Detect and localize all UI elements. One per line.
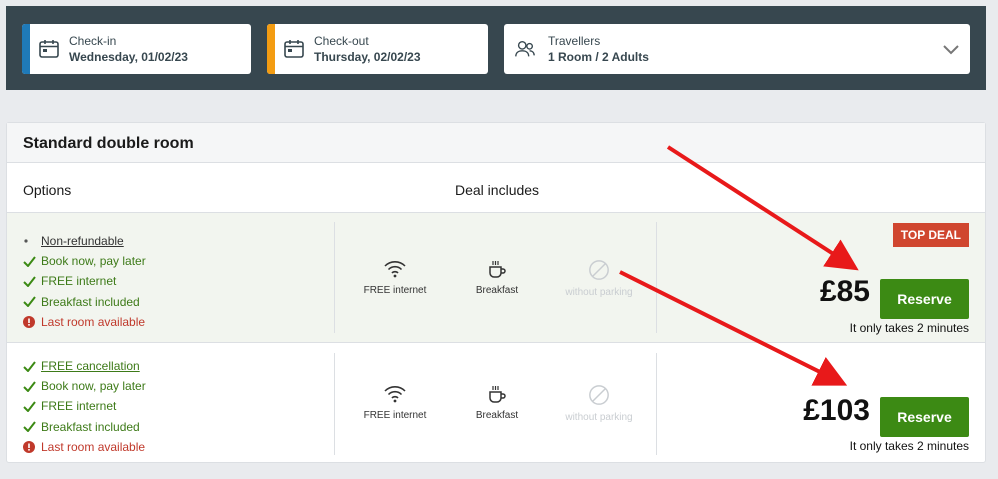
reserve-button[interactable]: Reserve [880, 279, 969, 319]
room-card: Standard double room Options Deal includ… [6, 122, 986, 463]
no-parking-icon [589, 260, 609, 280]
offer-row: Non-refundable Book now, pay later FREE … [7, 213, 985, 343]
check-icon [23, 276, 41, 287]
option-item: FREE cancellation [23, 356, 146, 376]
divider [334, 222, 335, 333]
checkin-value: Wednesday, 01/02/23 [69, 50, 188, 64]
amenity-label: Breakfast [475, 410, 519, 421]
check-icon [23, 401, 41, 412]
checkout-field[interactable]: Check-out Thursday, 02/02/23 [267, 24, 488, 74]
amenity-breakfast: Breakfast [452, 259, 542, 296]
check-icon [23, 381, 41, 392]
amenity-breakfast: Breakfast [452, 384, 542, 421]
amenity-internet: FREE internet [350, 384, 440, 421]
divider [656, 222, 657, 333]
calendar-icon [284, 40, 304, 58]
option-text: FREE internet [41, 274, 117, 289]
coffee-cup-icon [489, 386, 506, 403]
non-refundable-link[interactable]: Non-refundable [41, 234, 124, 248]
amenity-label: without parking [565, 412, 633, 423]
checkout-label: Check-out [314, 34, 369, 48]
option-item: Last room available [23, 437, 146, 457]
amenity-label: without parking [565, 287, 633, 298]
calendar-icon [39, 40, 59, 58]
chevron-down-icon[interactable] [942, 40, 960, 58]
check-icon [23, 421, 41, 433]
price: £85 [819, 275, 870, 308]
bullet-icon [23, 238, 41, 244]
alert-icon [23, 315, 41, 328]
option-text: Book now, pay later [41, 379, 146, 394]
booking-time-note: It only takes 2 minutes [849, 439, 969, 453]
travellers-label: Travellers [548, 34, 601, 48]
top-deal-badge: TOP DEAL [892, 223, 969, 247]
deal-column-header: Deal includes [455, 182, 540, 198]
divider [334, 353, 335, 455]
offer-options: Non-refundable Book now, pay later FREE … [23, 231, 146, 332]
users-icon [515, 40, 535, 57]
checkout-accent [267, 24, 275, 74]
booking-time-note: It only takes 2 minutes [849, 321, 969, 335]
price: £103 [803, 394, 870, 427]
checkin-label: Check-in [69, 34, 117, 48]
option-text: Breakfast included [41, 419, 140, 434]
check-icon [23, 296, 41, 308]
wifi-icon [384, 261, 406, 278]
option-text: Last room available [41, 439, 146, 454]
alert-icon [23, 440, 41, 453]
amenity-parking: without parking [554, 384, 644, 423]
option-item: Breakfast included [23, 292, 146, 312]
option-item: FREE internet [23, 271, 146, 291]
checkin-accent [22, 24, 30, 74]
wifi-icon [384, 386, 406, 403]
check-icon [23, 360, 41, 372]
amenity-label: FREE internet [363, 410, 427, 421]
option-text: Breakfast included [41, 294, 140, 309]
offer-row: FREE cancellation Book now, pay later FR… [7, 344, 985, 464]
option-item: Breakfast included [23, 417, 146, 437]
checkin-field[interactable]: Check-in Wednesday, 01/02/23 [22, 24, 251, 74]
option-item: Book now, pay later [23, 376, 146, 396]
coffee-cup-icon [489, 261, 506, 278]
option-item: FREE internet [23, 396, 146, 416]
offer-options: FREE cancellation Book now, pay later FR… [23, 356, 146, 457]
option-item: Non-refundable [23, 231, 146, 251]
amenity-internet: FREE internet [350, 259, 440, 296]
amenity-label: Breakfast [475, 285, 519, 296]
reserve-button[interactable]: Reserve [880, 397, 969, 437]
option-text: Book now, pay later [41, 254, 146, 269]
option-text: FREE internet [41, 399, 117, 414]
amenity-parking: without parking [554, 259, 644, 298]
checkout-value: Thursday, 02/02/23 [314, 50, 421, 64]
divider [656, 353, 657, 455]
option-text: Last room available [41, 314, 146, 329]
no-parking-icon [589, 385, 609, 405]
options-column-header: Options [23, 182, 72, 198]
search-bar: Check-in Wednesday, 01/02/23 Check-out T… [6, 6, 986, 90]
free-cancellation-link[interactable]: FREE cancellation [41, 359, 140, 373]
room-title: Standard double room [7, 123, 985, 163]
travellers-field[interactable]: Travellers 1 Room / 2 Adults [504, 24, 970, 74]
option-item: Last room available [23, 312, 146, 332]
travellers-value: 1 Room / 2 Adults [548, 50, 649, 64]
amenity-label: FREE internet [363, 285, 427, 296]
check-icon [23, 256, 41, 267]
option-item: Book now, pay later [23, 251, 146, 271]
